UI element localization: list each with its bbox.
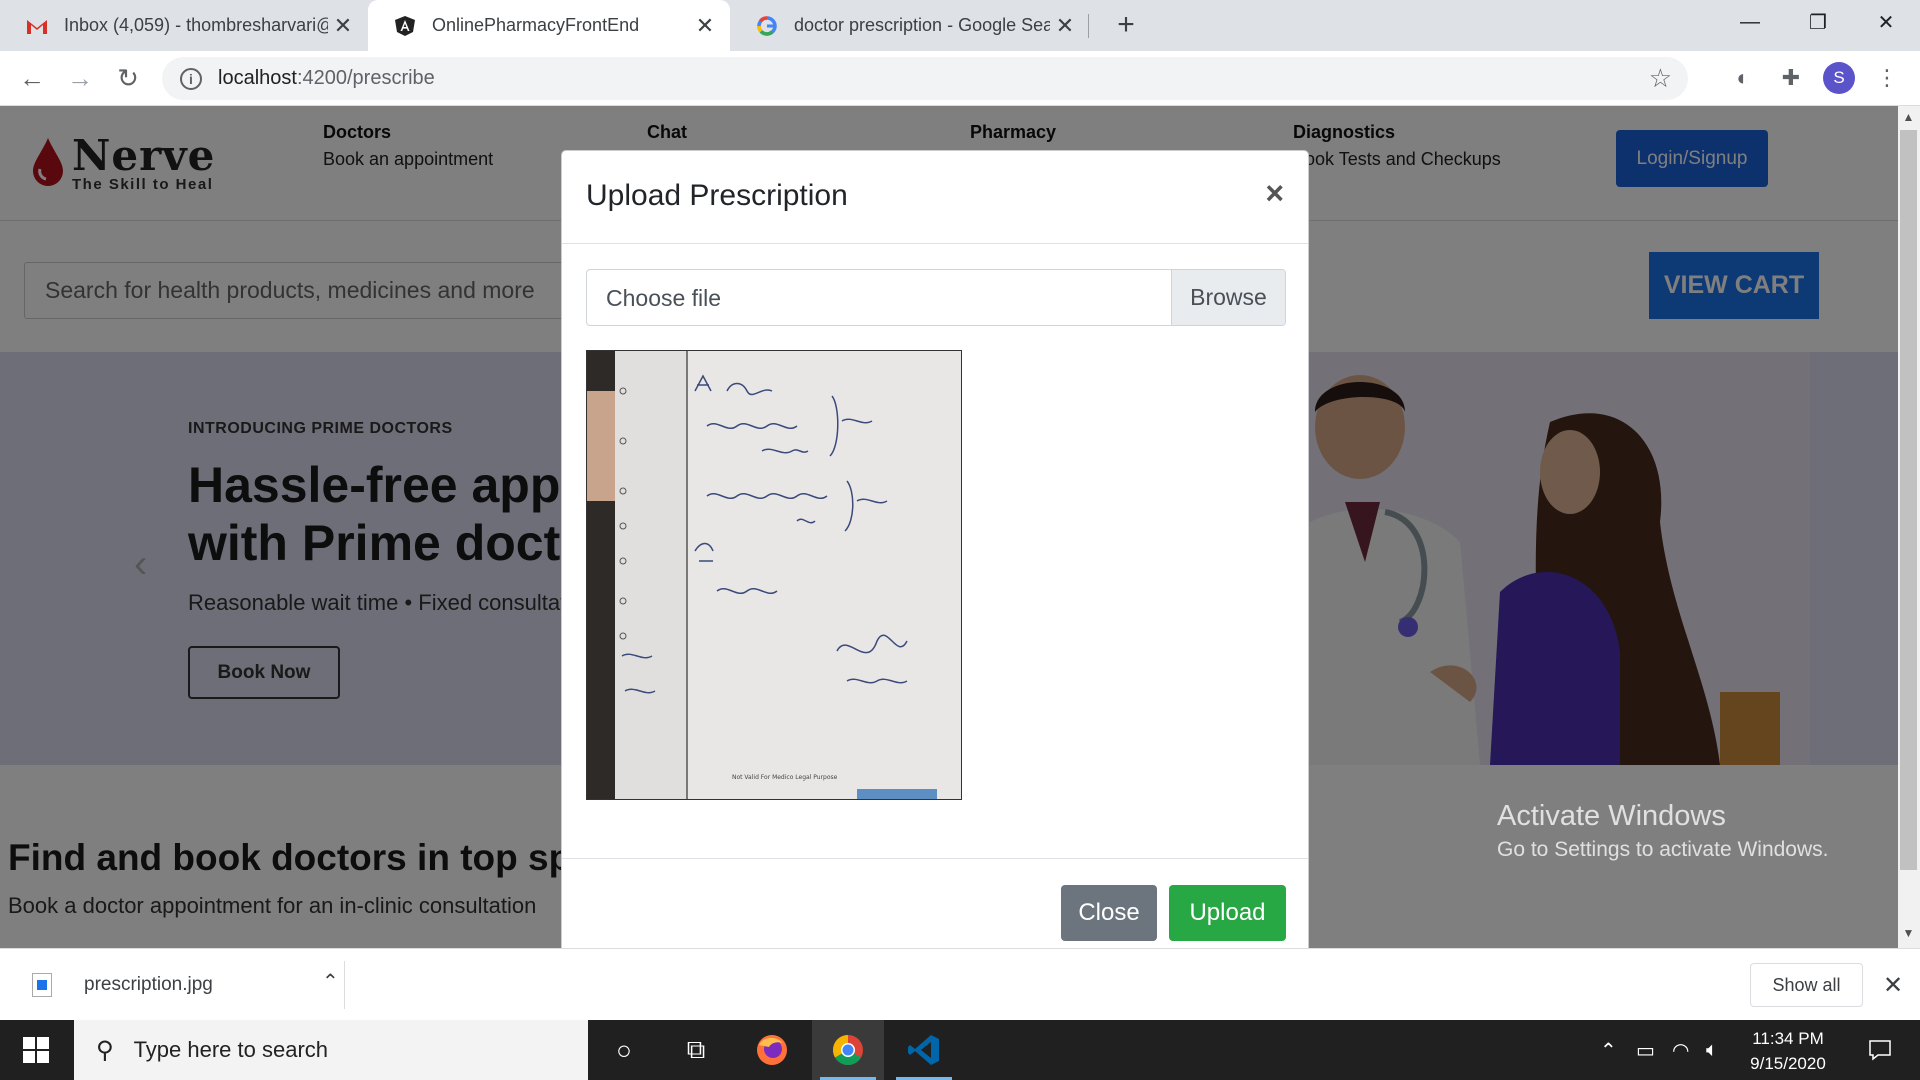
system-clock[interactable]: 11:34 PM 9/15/2020 bbox=[1740, 1026, 1836, 1076]
notifications-icon[interactable] bbox=[1852, 1020, 1908, 1080]
volume-icon[interactable]: 🔈︎ bbox=[1706, 1020, 1718, 1080]
gmail-icon bbox=[26, 15, 48, 37]
bookmark-star-icon[interactable]: ☆ bbox=[1649, 63, 1672, 94]
tray-overflow-icon[interactable]: ⌃ bbox=[1600, 1020, 1617, 1080]
restore-button[interactable]: ❐ bbox=[1784, 0, 1852, 44]
preview-footer-text: Not Valid For Medico Legal Purpose bbox=[732, 774, 838, 781]
scroll-down-icon[interactable]: ▼ bbox=[1900, 926, 1917, 946]
taskbar-search-placeholder: Type here to search bbox=[133, 1037, 329, 1062]
tab-title: Inbox (4,059) - thombresharvari@ bbox=[64, 15, 328, 35]
extension-circle-icon[interactable]: ◐ bbox=[1727, 62, 1759, 94]
start-button[interactable] bbox=[0, 1020, 72, 1080]
chevron-up-icon[interactable]: ⌃ bbox=[322, 969, 339, 994]
angular-icon bbox=[394, 15, 416, 37]
back-icon[interactable]: ← bbox=[12, 58, 52, 98]
url-path: :4200/prescribe bbox=[296, 67, 435, 89]
tab-separator bbox=[1088, 14, 1089, 38]
tab-online-pharmacy[interactable]: OnlinePharmacyFrontEnd ✕ bbox=[368, 0, 730, 51]
firefox-logo bbox=[757, 1035, 787, 1065]
wifi-icon[interactable]: ◠ bbox=[1672, 1020, 1689, 1080]
activate-windows-title: Activate Windows bbox=[1497, 800, 1726, 832]
modal-footer: Close Upload bbox=[562, 858, 1308, 951]
scrollbar-thumb[interactable] bbox=[1900, 130, 1917, 870]
upload-button[interactable]: Upload bbox=[1169, 885, 1286, 941]
vscode-icon[interactable] bbox=[888, 1020, 960, 1080]
image-file-icon bbox=[32, 973, 52, 997]
tab-gmail-inbox[interactable]: Inbox (4,059) - thombresharvari@ ✕ bbox=[0, 0, 368, 51]
activate-windows-hint: Go to Settings to activate Windows. bbox=[1497, 838, 1829, 861]
tab-google-search[interactable]: doctor prescription - Google Sea ✕ bbox=[730, 0, 1090, 51]
window-close-button[interactable]: ✕ bbox=[1852, 0, 1920, 44]
forward-icon[interactable]: → bbox=[60, 58, 100, 98]
google-icon bbox=[756, 15, 778, 37]
taskbar-search-box[interactable]: ⚲ Type here to search bbox=[74, 1020, 588, 1080]
extensions-puzzle-icon[interactable]: ✚ bbox=[1775, 62, 1807, 94]
minimize-button[interactable]: ― bbox=[1716, 0, 1784, 44]
downloads-shelf: prescription.jpg ⌃ Show all ✕ bbox=[0, 948, 1920, 1020]
windows-taskbar: ⚲ Type here to search ○ ⧉ ⌃ ▭ ◠ 🔈︎ 11:34… bbox=[0, 1020, 1920, 1080]
cortana-icon[interactable]: ○ bbox=[588, 1020, 660, 1080]
task-view-icon[interactable]: ⧉ bbox=[660, 1020, 732, 1080]
scroll-up-icon[interactable]: ▲ bbox=[1900, 110, 1917, 130]
browse-button[interactable]: Browse bbox=[1171, 270, 1285, 325]
url-text: localhost:4200/prescribe bbox=[218, 67, 435, 90]
browser-toolbar: ← → ↻ i localhost:4200/prescribe ☆ ◐ ✚ ⋮ bbox=[0, 51, 1920, 106]
search-icon: ⚲ bbox=[96, 1036, 114, 1064]
new-tab-button[interactable]: + bbox=[1108, 8, 1144, 44]
chrome-logo bbox=[832, 1035, 863, 1066]
browser-tab-strip: Inbox (4,059) - thombresharvari@ ✕ Onlin… bbox=[0, 0, 1920, 51]
profile-avatar[interactable]: S bbox=[1823, 62, 1855, 94]
modal-header: Upload Prescription × bbox=[562, 151, 1308, 244]
file-chooser-label: Choose file bbox=[606, 285, 722, 311]
vscode-logo bbox=[908, 1035, 939, 1065]
file-chooser[interactable]: Choose file Browse bbox=[586, 269, 1286, 326]
url-host: localhost bbox=[218, 67, 297, 89]
tab-title: doctor prescription - Google Sea bbox=[794, 15, 1050, 35]
speech-bubble-icon bbox=[1869, 1040, 1891, 1061]
clock-time: 11:34 PM bbox=[1752, 1029, 1824, 1048]
prescription-preview-image: Not Valid For Medico Legal Purpose bbox=[586, 350, 962, 800]
download-file-name: prescription.jpg bbox=[84, 974, 213, 995]
address-bar[interactable]: i localhost:4200/prescribe ☆ bbox=[162, 57, 1688, 100]
modal-title: Upload Prescription bbox=[586, 179, 848, 212]
chrome-icon[interactable] bbox=[812, 1020, 884, 1080]
close-icon[interactable]: ✕ bbox=[328, 13, 358, 39]
tab-title: OnlinePharmacyFrontEnd bbox=[432, 15, 640, 35]
close-icon[interactable]: ✕ bbox=[1878, 963, 1908, 1007]
windows-logo-icon bbox=[23, 1037, 49, 1063]
show-all-button[interactable]: Show all bbox=[1750, 963, 1863, 1007]
close-icon[interactable]: ✕ bbox=[690, 13, 720, 39]
info-icon[interactable]: i bbox=[180, 67, 202, 90]
download-separator bbox=[344, 961, 345, 1009]
menu-kebab-icon[interactable]: ⋮ bbox=[1871, 62, 1903, 94]
close-icon[interactable]: ✕ bbox=[1050, 13, 1080, 39]
download-item[interactable]: prescription.jpg ⌃ bbox=[22, 963, 344, 1007]
clock-date: 9/15/2020 bbox=[1750, 1054, 1826, 1073]
upload-prescription-modal: Upload Prescription × Choose file Browse bbox=[561, 150, 1309, 950]
close-icon[interactable]: × bbox=[1265, 175, 1284, 212]
reload-icon[interactable]: ↻ bbox=[108, 58, 148, 98]
battery-icon[interactable]: ▭ bbox=[1636, 1020, 1655, 1080]
firefox-icon[interactable] bbox=[736, 1020, 808, 1080]
close-button[interactable]: Close bbox=[1061, 885, 1157, 941]
prescription-photo: Not Valid For Medico Legal Purpose bbox=[587, 351, 961, 799]
